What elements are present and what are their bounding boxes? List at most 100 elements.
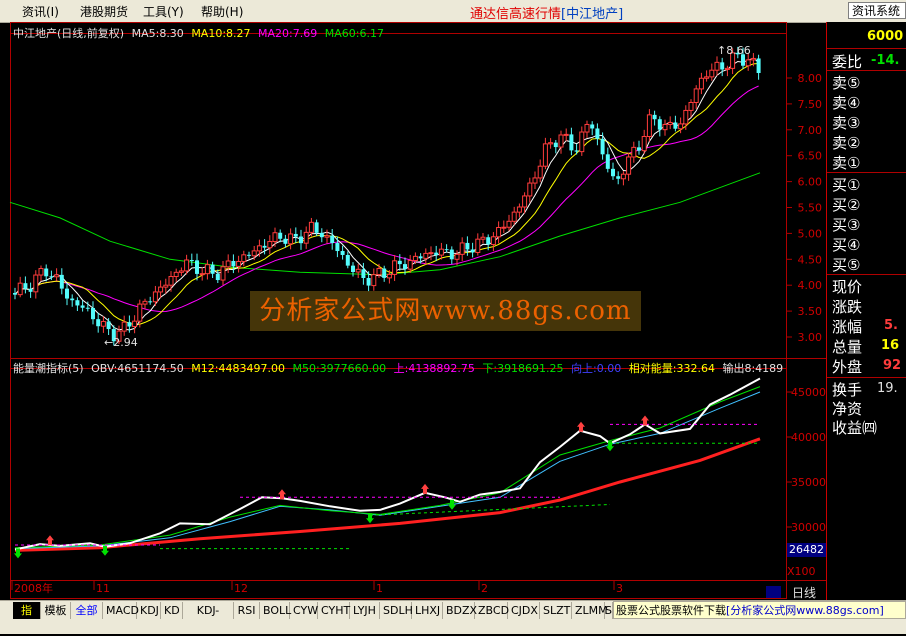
- candle-body-down: [70, 298, 75, 301]
- candle-body-up: [241, 254, 247, 262]
- candle-body-down: [595, 128, 600, 139]
- m12-value: M12:4483497.00: [191, 362, 285, 375]
- candle-body-up: [121, 321, 127, 332]
- tab-kdj-tdx[interactable]: KDJ-TDX: [183, 602, 234, 634]
- candle-body-up: [17, 282, 23, 296]
- candle-body-down: [44, 268, 49, 277]
- candle-body-down: [418, 256, 423, 259]
- candle-body-up: [454, 253, 460, 260]
- candle-body-up: [392, 260, 398, 275]
- tab-lhxj[interactable]: LHXJ: [412, 602, 443, 619]
- main-chart-legend: 中江地产(日线,前复权) MA5:8.30 MA10:8.27 MA20:7.6…: [13, 25, 388, 41]
- sell-signal-arrow: [421, 483, 429, 494]
- menu-info[interactable]: 资讯(I): [22, 3, 59, 20]
- turnover-value: 19.: [877, 381, 898, 396]
- price-tick-label: 4.00: [798, 279, 823, 292]
- candle-body-down: [148, 301, 153, 303]
- price-tick-label: 3.50: [798, 305, 823, 318]
- candle-body-up: [376, 268, 382, 276]
- candle-body-down: [65, 288, 69, 299]
- tab-macd[interactable]: MACD: [103, 602, 139, 619]
- period-label[interactable]: 日线: [792, 584, 816, 601]
- candle-body-up: [371, 274, 377, 287]
- tab-slzt[interactable]: SLZT: [540, 602, 572, 619]
- candle-body-up: [272, 232, 278, 243]
- info-system-button[interactable]: 资讯系统: [848, 2, 906, 19]
- sell-5-label: 卖⑤: [832, 74, 861, 92]
- tab-s[interactable]: S: [605, 602, 613, 619]
- candle-body-up: [646, 114, 652, 137]
- ad-banner[interactable]: 股票公式股票软件下载[分析家公式网www.88gs.com]: [613, 601, 906, 619]
- candle-body-down: [616, 176, 621, 179]
- menu-help[interactable]: 帮助(H): [201, 3, 243, 20]
- upward-value: 向上:0.00: [571, 362, 622, 375]
- candle-body-down: [361, 269, 366, 278]
- candle-body-up: [501, 226, 507, 229]
- tab-template[interactable]: 模板: [41, 602, 71, 619]
- menu-hk-futures[interactable]: 港股期货: [80, 3, 128, 20]
- candle-body-up: [303, 231, 309, 244]
- upper-value: 上:4138892.75: [393, 362, 475, 375]
- candle-body-down: [23, 283, 28, 289]
- candle-body-up: [137, 303, 143, 322]
- tab-sdlh[interactable]: SDLH: [380, 602, 413, 619]
- obv-tick-label: 35000: [791, 476, 826, 489]
- candle-body-down: [59, 274, 64, 289]
- candle-body-down: [756, 58, 761, 74]
- tab-all[interactable]: 全部: [71, 602, 103, 619]
- tab-zbcd[interactable]: ZBCD: [475, 602, 509, 619]
- candle-body-up: [631, 146, 637, 158]
- weibi-value: -14.: [871, 53, 900, 68]
- candle-body-down: [382, 268, 387, 278]
- obv-red-trend: [14, 437, 761, 552]
- candle-body-down: [652, 114, 657, 120]
- tab-bdzx[interactable]: BDZX: [443, 602, 477, 619]
- divider: [827, 274, 906, 275]
- candle-body-down: [127, 322, 132, 327]
- candle-body-down: [293, 233, 298, 237]
- obv-tick-label: 40000: [791, 431, 826, 444]
- price-tick-label: 3.00: [798, 331, 823, 344]
- tab-kdj[interactable]: KDJ: [137, 602, 161, 619]
- app-title-text: 通达信高速行情: [470, 7, 562, 22]
- menu-bar: 资讯(I) 港股期货 工具(Y) 帮助(H) 通达信高速行情[中江地产] 资讯系…: [0, 0, 906, 23]
- weibi-label: 委比: [832, 53, 863, 71]
- candle-body-down: [611, 168, 615, 177]
- candle-body-up: [511, 211, 517, 222]
- candle-body-down: [247, 254, 251, 256]
- obv-value: OBV:4651174.50: [91, 362, 184, 375]
- indicator-name: 能量潮指标(5): [13, 362, 84, 375]
- candle-body-up: [54, 274, 60, 278]
- candle-body-up: [158, 286, 164, 293]
- candle-body-up: [527, 182, 533, 197]
- tab-cyw[interactable]: CYW: [290, 602, 318, 619]
- candle-body-up: [537, 165, 543, 179]
- candle-body-up: [236, 260, 242, 267]
- tab-indicator[interactable]: 指标: [13, 602, 41, 634]
- candle-body-up: [459, 242, 465, 255]
- candle-body-down: [673, 122, 678, 129]
- tab-zlmm[interactable]: ZLMM: [572, 602, 608, 619]
- tab-cjdx[interactable]: CJDX: [508, 602, 540, 619]
- tab-kd[interactable]: KD: [161, 602, 183, 619]
- net-asset-label: 净资: [832, 400, 863, 418]
- candle-body-down: [75, 300, 80, 306]
- sell-3-label: 卖③: [832, 114, 861, 132]
- tab-lyjh[interactable]: LYJH: [350, 602, 380, 619]
- buy-1-label: 买①: [832, 176, 861, 194]
- candle-body-down: [470, 249, 475, 253]
- candle-body-up: [693, 88, 699, 103]
- candle-body-up: [709, 69, 715, 78]
- divider: [827, 48, 906, 49]
- volume-label: 总量: [832, 338, 863, 356]
- price-tick-label: 4.50: [798, 253, 823, 266]
- lower-value: 下:3918691.25: [482, 362, 564, 375]
- obv-tick-label: 45000: [791, 386, 826, 399]
- tab-cyht[interactable]: CYHT: [318, 602, 350, 619]
- tab-rsi[interactable]: RSI: [234, 602, 260, 619]
- candle-body-up: [558, 134, 564, 148]
- menu-tools[interactable]: 工具(Y): [143, 3, 184, 20]
- candle-body-down: [85, 307, 90, 309]
- tab-boll[interactable]: BOLL: [260, 602, 291, 619]
- candle-body-up: [516, 206, 522, 213]
